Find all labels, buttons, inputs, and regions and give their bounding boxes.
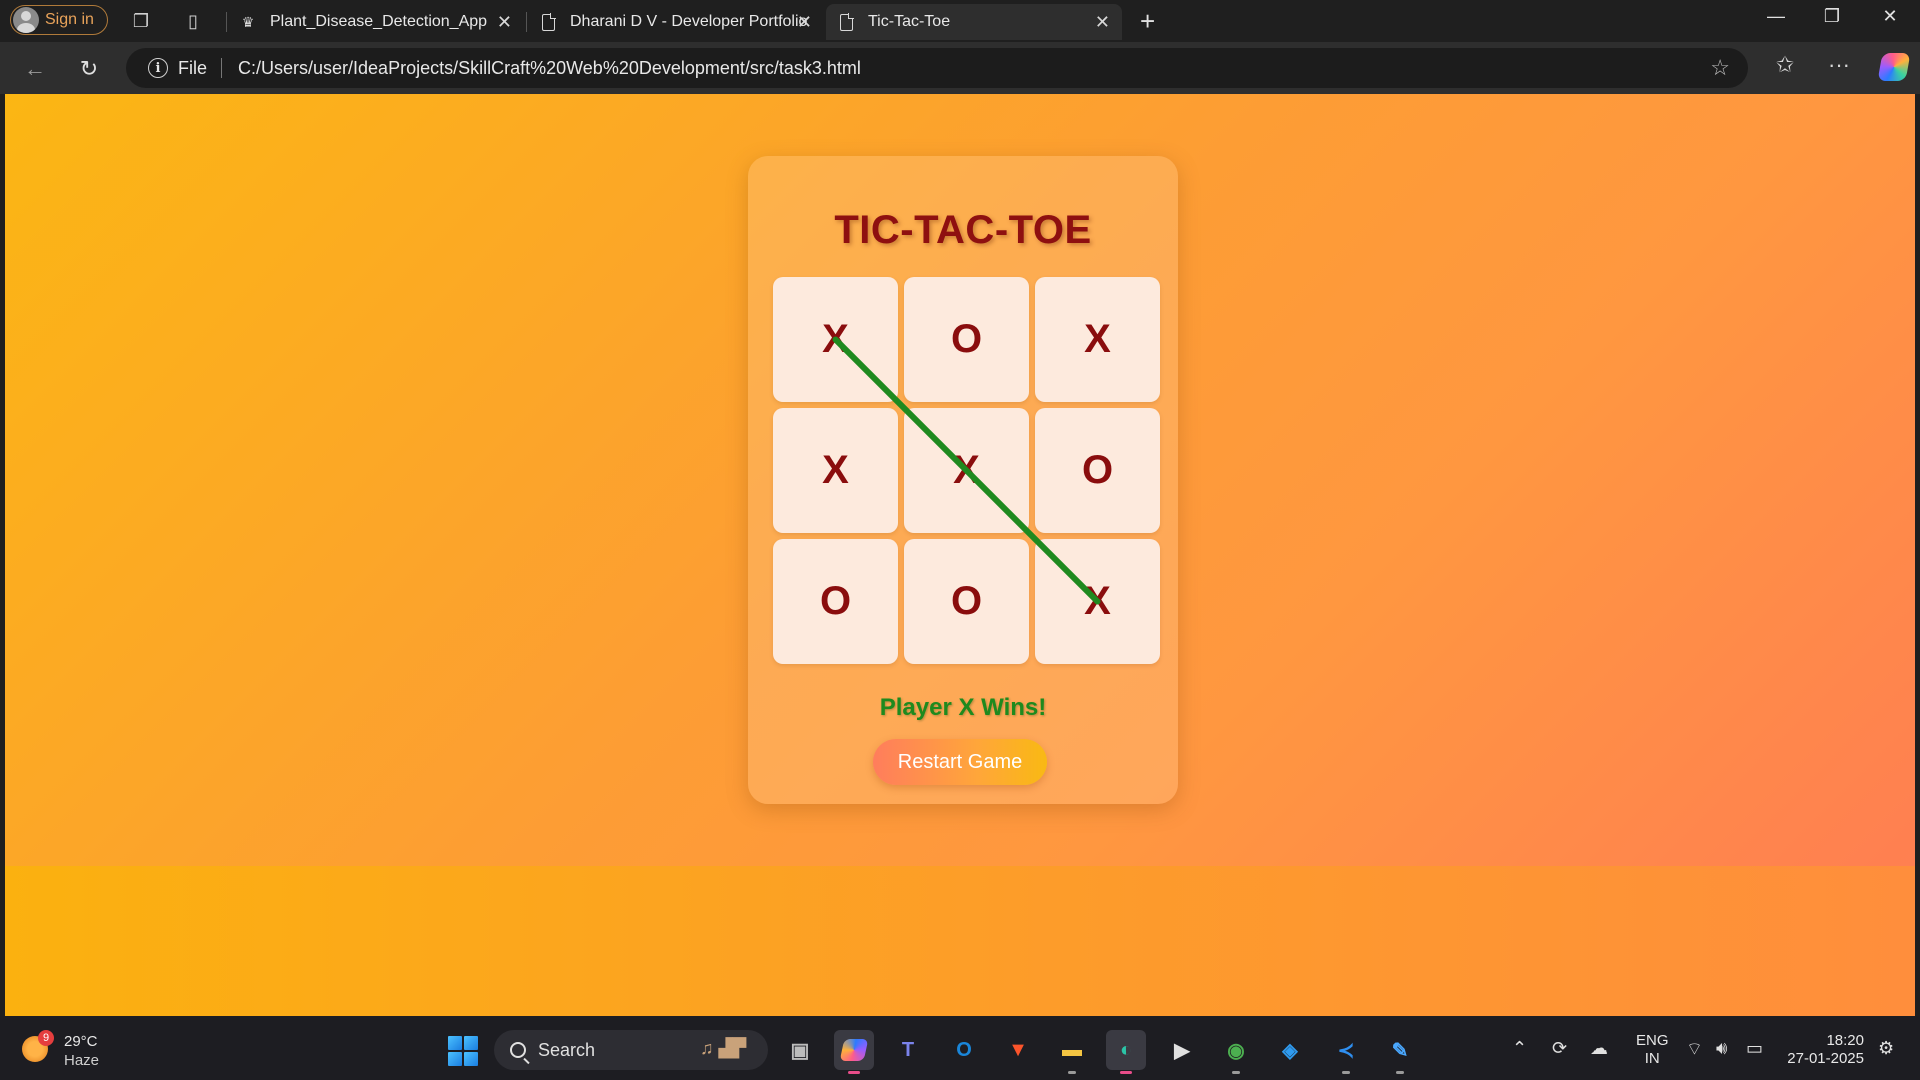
board-cell[interactable]: X — [773, 408, 898, 533]
language-code: ENG — [1636, 1032, 1669, 1049]
board-cell[interactable]: O — [904, 539, 1029, 664]
onedrive-icon[interactable]: ☁ — [1590, 1038, 1608, 1059]
game-title: TIC-TAC-TOE — [834, 208, 1092, 252]
board-cell[interactable]: O — [773, 539, 898, 664]
weather-condition: Haze — [64, 1052, 100, 1069]
game-status: Player X Wins! — [879, 694, 1047, 721]
clock-date: 27-01-2025 — [1787, 1050, 1864, 1067]
restore-button[interactable]: ❐ — [1812, 6, 1852, 27]
board-cell[interactable]: O — [904, 277, 1029, 402]
page-icon — [540, 12, 556, 31]
system-clock[interactable]: 18:20 27-01-2025 — [1784, 1032, 1864, 1068]
page-icon — [838, 12, 854, 31]
back-arrow-icon[interactable]: ← — [20, 54, 50, 84]
page-background-lower — [5, 866, 1915, 1016]
tab-portfolio[interactable]: Dharani D V - Developer Portfolio ✕ — [528, 4, 824, 40]
new-tab-button[interactable]: + — [1140, 6, 1155, 37]
clock-time: 18:20 — [1826, 1032, 1864, 1049]
volume-icon[interactable]: 🔊︎ — [1716, 1038, 1727, 1059]
task-view-icon[interactable]: ▣ — [780, 1030, 820, 1070]
tab-label: Plant_Disease_Detection_App — [270, 13, 488, 30]
more-menu-icon[interactable]: ··· — [1822, 52, 1856, 78]
show-hidden-icons[interactable]: ⌃ — [1512, 1038, 1527, 1059]
tab-tic-tac-toe[interactable]: Tic-Tac-Toe ✕ — [826, 4, 1122, 40]
m365-icon[interactable]: ◈ — [1270, 1030, 1310, 1070]
notifications-icon[interactable]: ⚙ — [1878, 1038, 1894, 1059]
refresh-icon[interactable]: ↻ — [74, 54, 104, 84]
close-icon[interactable]: ✕ — [797, 12, 812, 33]
sync-icon[interactable]: ⟳ — [1552, 1038, 1567, 1059]
media-player-icon[interactable]: ▶ — [1162, 1030, 1202, 1070]
search-highlight-icon: ♫ ▟▛ — [700, 1038, 747, 1058]
language-indicator[interactable]: ENG IN — [1636, 1032, 1669, 1068]
weather-temperature: 29°C — [64, 1033, 98, 1050]
crown-icon: ♛ — [241, 13, 255, 30]
board-cell[interactable]: X — [1035, 277, 1160, 402]
board-cell[interactable]: O — [1035, 408, 1160, 533]
restart-game-button[interactable]: Restart Game — [873, 739, 1047, 785]
weather-widget[interactable]: 9 29°C Haze — [22, 1030, 132, 1070]
brave-icon[interactable]: ▼ — [998, 1030, 1038, 1070]
minimize-button[interactable]: — — [1756, 6, 1796, 27]
favorites-icon[interactable]: ✩ — [1768, 52, 1802, 78]
game-card: TIC-TAC-TOE X O X X X O O O X Player X W… — [748, 156, 1178, 804]
board-cell[interactable]: X — [1035, 539, 1160, 664]
tab-plant-disease[interactable]: ♛ Plant_Disease_Detection_App ✕ — [228, 4, 524, 40]
scheme-label: File — [178, 57, 208, 78]
vertical-tabs-icon[interactable]: ▯ — [180, 8, 206, 34]
workspaces-icon[interactable]: ❐ — [128, 8, 154, 34]
tab-label: Tic-Tac-Toe — [868, 13, 951, 30]
sign-in-button[interactable]: Sign in — [10, 5, 108, 35]
board-cell[interactable]: X — [904, 408, 1029, 533]
navigation-bar: ← ↻ i File C:/Users/user/IdeaProjects/Sk… — [0, 42, 1920, 94]
taskbar: 9 29°C Haze Search ♫ ▟▛ ▣ T O ▼ ▬ ◐ ▶ ◉ … — [0, 1016, 1920, 1080]
windows-start-icon[interactable] — [448, 1036, 478, 1066]
info-icon[interactable]: i — [148, 58, 168, 78]
sign-in-label: Sign in — [45, 11, 94, 28]
search-label: Search — [538, 1039, 596, 1060]
game-board: X O X X X O O O X — [773, 277, 1161, 665]
address-bar[interactable]: i File C:/Users/user/IdeaProjects/SkillC… — [126, 48, 1748, 88]
chrome-icon[interactable]: ◉ — [1216, 1030, 1256, 1074]
outlook-icon[interactable]: O — [944, 1030, 984, 1070]
vscode-icon[interactable]: ≺ — [1326, 1030, 1366, 1074]
close-window-button[interactable]: ✕ — [1870, 6, 1910, 27]
teams-icon[interactable]: T — [888, 1030, 928, 1070]
avatar-icon — [13, 7, 39, 33]
folder-icon[interactable]: ▬ — [1052, 1030, 1092, 1074]
url-text[interactable]: C:/Users/user/IdeaProjects/SkillCraft%20… — [238, 58, 861, 79]
search-icon — [510, 1042, 526, 1058]
tab-label: Dharani D V - Developer Portfolio — [570, 13, 808, 30]
tab-strip: Sign in ❐ ▯ ♛ Plant_Disease_Detection_Ap… — [0, 0, 1920, 42]
board-cell[interactable]: X — [773, 277, 898, 402]
page-viewport: TIC-TAC-TOE X O X X X O O O X Player X W… — [5, 94, 1915, 1016]
battery-icon[interactable]: ▭ — [1746, 1038, 1763, 1059]
close-icon[interactable]: ✕ — [497, 12, 512, 33]
edge-icon[interactable]: ◐ — [1106, 1030, 1146, 1074]
copilot-app-icon[interactable] — [834, 1030, 874, 1074]
taskbar-search[interactable]: Search ♫ ▟▛ — [494, 1030, 768, 1070]
wifi-icon[interactable]: ⌔ — [1686, 1038, 1703, 1061]
close-icon[interactable]: ✕ — [1095, 12, 1110, 33]
region-code: IN — [1644, 1050, 1660, 1067]
favorite-star-icon[interactable]: ☆ — [1710, 55, 1730, 81]
notification-badge: 9 — [38, 1030, 54, 1046]
paint-icon[interactable]: ✎ — [1380, 1030, 1420, 1074]
